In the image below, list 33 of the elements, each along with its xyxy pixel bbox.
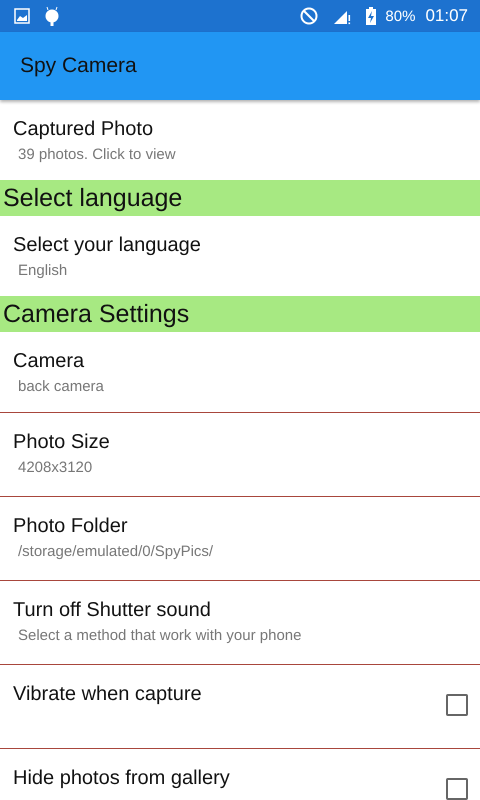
preference-title: Vibrate when capture bbox=[13, 682, 203, 706]
battery-charging-icon bbox=[365, 6, 378, 26]
preference-item[interactable]: Select your language English bbox=[0, 216, 480, 296]
preference-item[interactable]: Camera back camera bbox=[0, 332, 480, 412]
preference-title: Hide photos from gallery bbox=[13, 766, 231, 790]
preference-summary: 4208x3120 bbox=[17, 458, 94, 478]
clock-time: 01:07 bbox=[425, 6, 468, 26]
section-header: Select language bbox=[0, 180, 480, 216]
section-header: Camera Settings bbox=[0, 296, 480, 332]
preference-title: Captured Photo bbox=[13, 117, 154, 141]
android-icon bbox=[44, 6, 60, 26]
app-title: Spy Camera bbox=[20, 54, 137, 78]
preference-title: Turn off Shutter sound bbox=[13, 598, 212, 622]
preference-summary: English bbox=[17, 261, 68, 281]
image-icon bbox=[14, 8, 30, 24]
preference-summary: Select a method that work with your phone bbox=[17, 626, 302, 646]
preference-summary: back camera bbox=[17, 377, 105, 397]
preference-item[interactable]: Turn off Shutter sound Select a method that work with your phone bbox=[0, 580, 480, 664]
preference-item[interactable]: Photo Folder /storage/emulated/0/SpyPics/ bbox=[0, 496, 480, 580]
preference-title: Photo Folder bbox=[13, 514, 129, 538]
preference-title: Camera bbox=[13, 349, 86, 373]
preference-item[interactable]: Photo Size 4208x3120 bbox=[0, 412, 480, 496]
preference-summary: 39 photos. Click to view bbox=[17, 145, 177, 165]
preference-item[interactable]: Hide photos from gallery bbox=[0, 748, 480, 800]
preference-item[interactable]: Captured Photo 39 photos. Click to view bbox=[0, 100, 480, 180]
battery-percent: 80% bbox=[385, 8, 416, 24]
preference-summary: /storage/emulated/0/SpyPics/ bbox=[17, 542, 214, 562]
blocked-icon bbox=[299, 6, 320, 26]
preference-title: Photo Size bbox=[13, 430, 111, 454]
checkbox[interactable] bbox=[446, 778, 468, 800]
preference-item[interactable]: Vibrate when capture bbox=[0, 664, 480, 748]
preference-title: Select your language bbox=[13, 233, 202, 257]
checkbox[interactable] bbox=[446, 694, 468, 716]
